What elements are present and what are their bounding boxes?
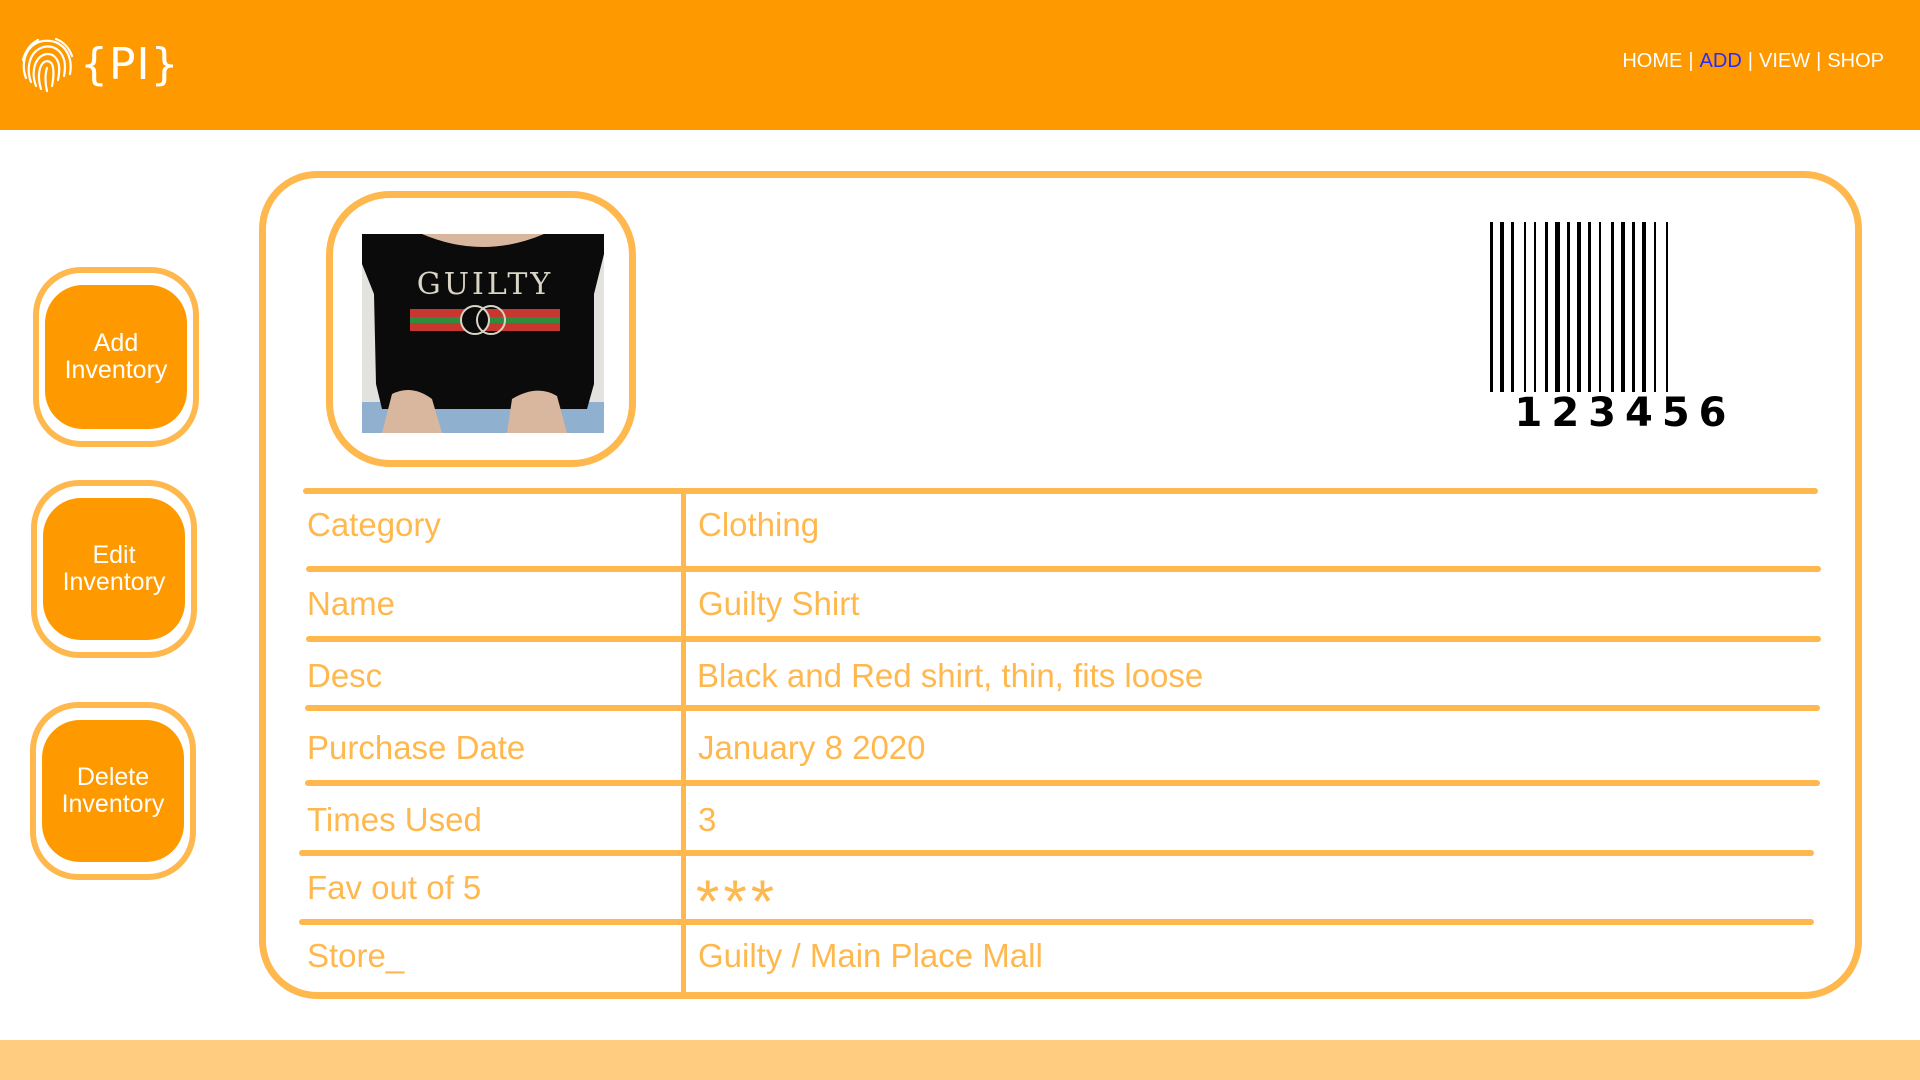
- add-inventory-label: Add Inventory: [45, 285, 187, 429]
- row-label-desc: Desc: [307, 657, 383, 694]
- barcode-bar: [1490, 222, 1493, 392]
- fingerprint-icon: [18, 34, 76, 94]
- barcode-bar: [1534, 222, 1536, 392]
- delete-inventory-label: Delete Inventory: [42, 720, 184, 862]
- row-value-category: Clothing: [698, 506, 820, 543]
- top-nav: HOME | ADD | VIEW | SHOP: [1622, 50, 1884, 73]
- logo-text: {PI}: [80, 38, 180, 90]
- row-value-times-used: 3: [698, 801, 717, 838]
- table-divider: [305, 780, 1820, 786]
- footer-bar: [0, 1040, 1920, 1080]
- row-label-category: Category: [307, 506, 441, 543]
- row-label-name: Name: [307, 585, 396, 622]
- row-value-desc: Black and Red shirt, thin, fits loose: [697, 657, 1204, 694]
- barcode-bar: [1511, 222, 1514, 392]
- barcode-bar: [1567, 222, 1570, 392]
- nav-add-link[interactable]: ADD: [1700, 50, 1742, 72]
- row-value-purchase-date: January 8 2020: [698, 729, 926, 766]
- barcode-bar: [1545, 222, 1548, 392]
- row-label-store: Store_: [307, 937, 405, 974]
- item-photo: GUILTY: [362, 234, 604, 433]
- add-inventory-button[interactable]: Add Inventory: [33, 267, 199, 447]
- barcode-bar: [1599, 222, 1601, 392]
- barcode-bar: [1654, 222, 1656, 392]
- table-divider: [299, 850, 1814, 856]
- table-divider: [303, 488, 1818, 494]
- row-value-fav-rating: ***: [696, 868, 779, 935]
- logo[interactable]: {PI}: [18, 33, 188, 95]
- barcode-bar: [1632, 222, 1635, 392]
- barcode-bars: 123456: [1490, 222, 1736, 436]
- row-value-name: Guilty Shirt: [698, 585, 860, 622]
- row-value-store: Guilty / Main Place Mall: [698, 937, 1043, 974]
- table-divider: [306, 636, 1821, 642]
- delete-inventory-button[interactable]: Delete Inventory: [30, 702, 196, 880]
- row-label-times-used: Times Used: [307, 801, 482, 838]
- nav-separator: |: [1816, 50, 1822, 72]
- barcode-bar: [1588, 222, 1591, 392]
- edit-inventory-button[interactable]: Edit Inventory: [31, 480, 197, 658]
- nav-separator: |: [1688, 50, 1694, 72]
- table-divider: [306, 566, 1821, 572]
- barcode-bar: [1524, 222, 1526, 392]
- barcode-bar: [1500, 222, 1504, 392]
- nav-view-link[interactable]: VIEW: [1759, 50, 1810, 72]
- edit-inventory-label: Edit Inventory: [43, 498, 185, 640]
- barcode-bar: [1621, 222, 1625, 392]
- barcode-number: 123456: [1515, 390, 1736, 432]
- nav-home-link[interactable]: HOME: [1622, 50, 1682, 72]
- table-divider: [305, 705, 1820, 711]
- table-column-divider: [681, 494, 686, 994]
- top-bar: {PI} HOME | ADD | VIEW | SHOP: [0, 0, 1920, 130]
- barcode-bar: [1611, 222, 1614, 392]
- nav-shop-link[interactable]: SHOP: [1827, 50, 1884, 72]
- row-label-fav: Fav out of 5: [307, 869, 482, 906]
- barcode-bar: [1555, 222, 1560, 392]
- barcode: 123456: [1486, 222, 1764, 436]
- shirt-print-text: GUILTY: [417, 267, 553, 302]
- nav-separator: |: [1747, 50, 1753, 72]
- table-divider: [299, 919, 1814, 925]
- barcode-bar: [1666, 222, 1668, 392]
- barcode-bar: [1642, 222, 1646, 392]
- barcode-bar: [1577, 222, 1581, 392]
- row-label-purchase-date: Purchase Date: [307, 729, 526, 766]
